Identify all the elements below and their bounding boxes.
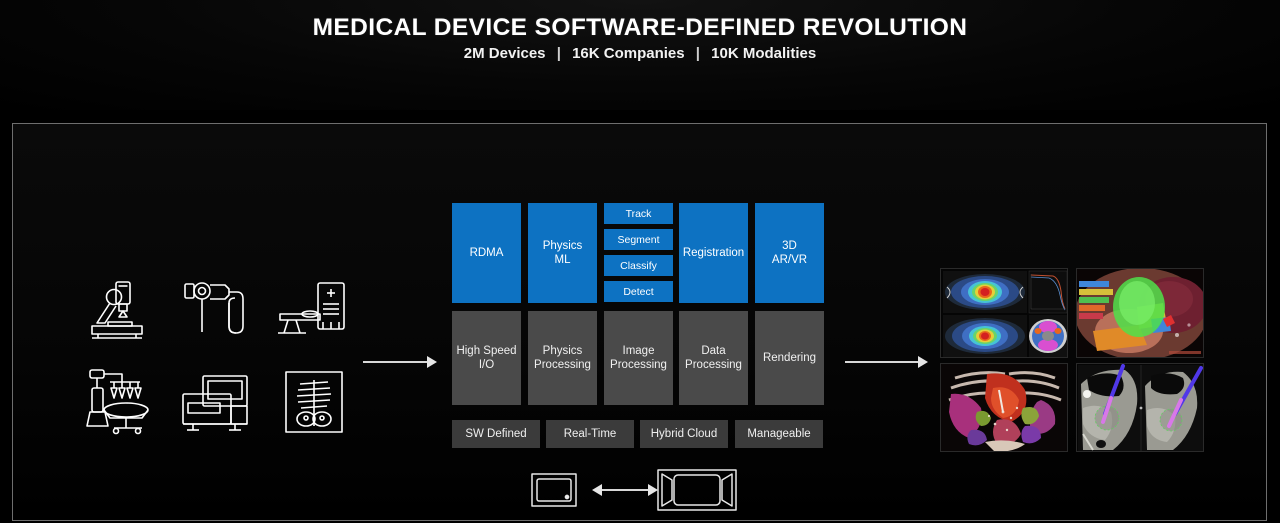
attribute-pill-label: Hybrid Cloud <box>650 427 718 440</box>
stat-devices: 2M Devices <box>463 45 546 62</box>
pipeline-block-label: Registration <box>682 246 745 259</box>
attribute-pill-label: Real-Time <box>563 427 617 440</box>
processing-block-label: Image Processing <box>610 344 667 371</box>
flow-arrow-output <box>845 356 930 368</box>
vision-task-detect[interactable]: Detect <box>604 281 673 302</box>
pipeline-block-label: RDMA <box>469 246 504 259</box>
edge-device-icon <box>530 470 578 515</box>
ar-surgical-overlay-image <box>1076 268 1204 358</box>
vision-task-segment[interactable]: Segment <box>604 229 673 250</box>
pipeline-block-rdma[interactable]: RDMA <box>452 203 521 303</box>
endoscope-icon <box>177 276 261 348</box>
ct-scanner-icon <box>274 278 358 350</box>
device-icon-grid <box>80 276 370 438</box>
processing-block-label: Physics Processing <box>534 344 591 371</box>
processing-block-data-processing[interactable]: Data Processing <box>679 311 748 405</box>
pipeline-vision-tasks: Track Segment Classify Detect <box>604 203 673 303</box>
processing-block-label: Data Processing <box>685 344 742 371</box>
page-title: MEDICAL DEVICE SOFTWARE-DEFINED REVOLUTI… <box>312 14 968 41</box>
stat-modalities: 10K Modalities <box>711 45 817 62</box>
server-rack-icon <box>656 466 738 519</box>
attribute-pill-hybrid-cloud[interactable]: Hybrid Cloud <box>640 420 728 448</box>
ultrasound-cart-icon <box>177 370 261 442</box>
stat-separator-2: | <box>695 45 700 62</box>
deployment-row <box>530 466 745 514</box>
deployment-bidirectional-arrow <box>592 484 658 496</box>
pipeline-block-3d-arvr[interactable]: 3D AR/VR <box>755 203 824 303</box>
header-banner: MEDICAL DEVICE SOFTWARE-DEFINED REVOLUTI… <box>0 0 1280 110</box>
attribute-pill-manageable[interactable]: Manageable <box>735 420 823 448</box>
dose-distribution-image <box>940 268 1068 358</box>
pipeline-block-registration[interactable]: Registration <box>679 203 748 303</box>
attribute-pill-real-time[interactable]: Real-Time <box>546 420 634 448</box>
pipeline-block-label: 3D AR/VR <box>771 239 808 266</box>
attribute-pill-label: Manageable <box>747 427 811 440</box>
vision-task-label: Classify <box>620 259 657 272</box>
volume-render-image <box>940 363 1068 452</box>
processing-block-image-processing[interactable]: Image Processing <box>604 311 673 405</box>
stat-separator-1: | <box>556 45 561 62</box>
processing-block-physics-processing[interactable]: Physics Processing <box>528 311 597 405</box>
pipeline-block-physics-ml[interactable]: Physics ML <box>528 203 597 303</box>
vision-task-label: Segment <box>617 233 660 246</box>
vision-task-track[interactable]: Track <box>604 203 673 224</box>
pipeline-block-label: Physics ML <box>542 239 583 266</box>
processing-block-rendering[interactable]: Rendering <box>755 311 824 405</box>
vision-task-label: Track <box>625 207 652 220</box>
xray-film-icon <box>274 368 358 440</box>
stat-companies: 16K Companies <box>572 45 685 62</box>
needle-guidance-image <box>1076 363 1204 452</box>
processing-block-label: Rendering <box>762 351 817 364</box>
vision-task-label: Detect <box>623 285 654 298</box>
pipeline-stack: RDMA Physics ML Track Segment Classify D… <box>452 203 824 448</box>
attribute-pill-label: SW Defined <box>465 427 527 440</box>
header-stats: 2M Devices | 16K Companies | 10K Modalit… <box>0 45 1280 62</box>
flow-arrow-input <box>363 356 439 368</box>
output-image-panel <box>940 268 1204 452</box>
attribute-pill-sw-defined[interactable]: SW Defined <box>452 420 540 448</box>
vision-task-classify[interactable]: Classify <box>604 255 673 276</box>
microscope-icon <box>80 276 164 348</box>
surgical-robot-icon <box>80 366 164 438</box>
processing-block-high-speed-io[interactable]: High Speed I/O <box>452 311 521 405</box>
processing-block-label: High Speed I/O <box>456 344 517 371</box>
